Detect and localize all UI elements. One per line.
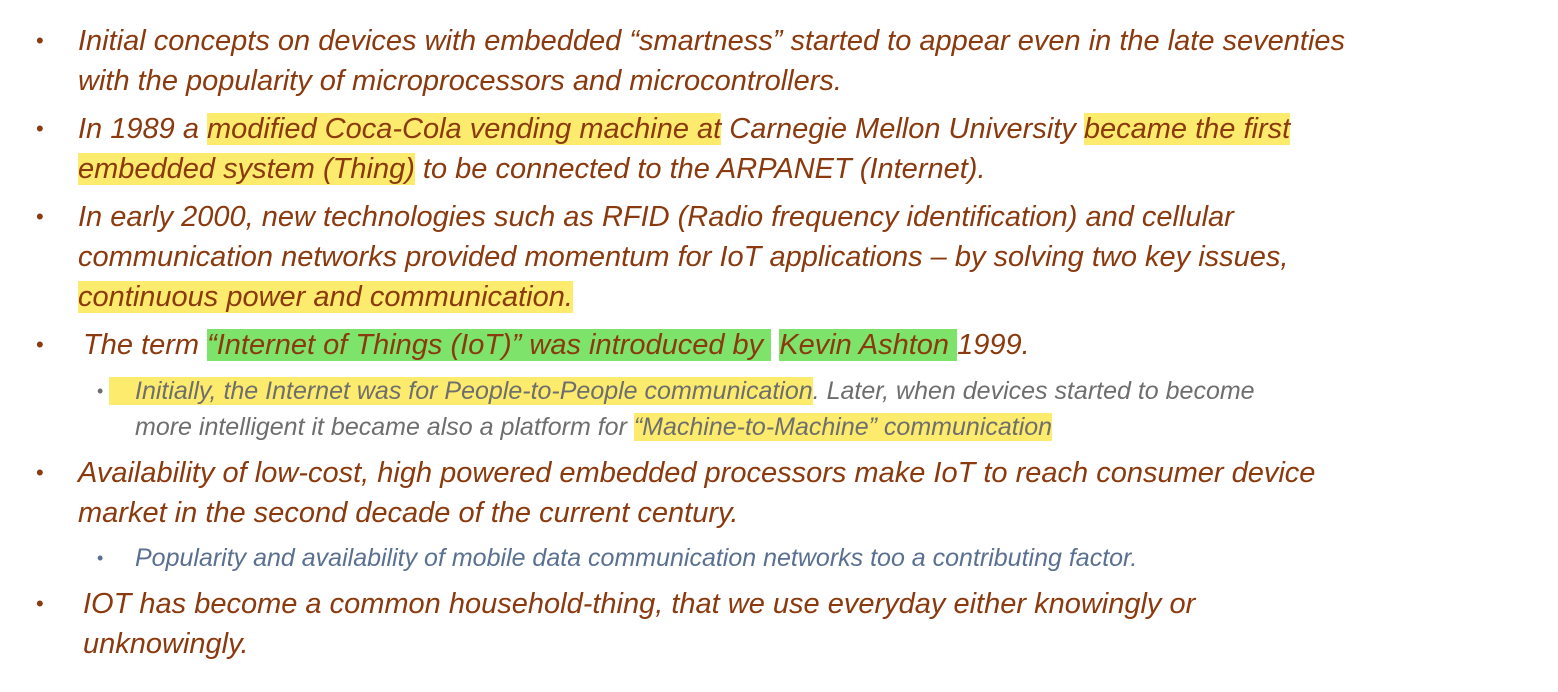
- bullet-3-line-1: In early 2000, new technologies such as …: [78, 201, 1234, 233]
- bullet-6-line-2: unknowingly.: [83, 628, 249, 660]
- bullet-2-highlight-1: modified Coca-Cola vending machine at: [207, 113, 722, 145]
- bullet-2-highlight-2: became the first: [1083, 113, 1291, 145]
- sub-bullet-4-text-2: more intelligent it became also a platfo…: [135, 413, 634, 441]
- sub-bullet-4-highlight-1: Initially, the Internet was for People-t…: [109, 377, 813, 405]
- bullet-3-highlight: continuous power and communication.: [78, 281, 573, 313]
- bullet-1-line-2: with the popularity of microprocessors a…: [78, 65, 842, 97]
- bullet-4-highlight-name: Kevin Ashton: [779, 329, 958, 361]
- bullet-item-5: • Availability of low-cost, high powered…: [36, 453, 1548, 533]
- bullet-marker: •: [36, 204, 44, 229]
- bullet-6-line-1: IOT has become a common household-thing,…: [83, 588, 1196, 620]
- bullet-marker: •: [36, 460, 44, 485]
- bullet-4-highlight-term: “Internet of Things (IoT)” was introduce…: [207, 329, 772, 361]
- bullet-4-text-2: 1999.: [957, 329, 1030, 361]
- sub-bullet-marker: •: [97, 381, 104, 401]
- bullet-2-highlight-3: embedded system (Thing): [78, 153, 415, 185]
- slide: • Initial concepts on devices with embed…: [0, 0, 1558, 692]
- bullet-2-text-3: to be connected to the ARPANET (Internet…: [414, 153, 986, 185]
- bullet-5-line-2: market in the second decade of the curre…: [78, 497, 739, 529]
- bullet-marker: •: [36, 116, 44, 141]
- bullet-item-1: • Initial concepts on devices with embed…: [36, 21, 1548, 101]
- sub-bullet-4-highlight-2: “Machine-to-Machine” communication: [633, 413, 1053, 441]
- bullet-1-line-1: Initial concepts on devices with embedde…: [78, 25, 1346, 57]
- bullet-3-line-2: communication networks provided momentum…: [78, 241, 1289, 273]
- bullet-marker: •: [36, 28, 44, 53]
- bullet-item-4: • The term “Internet of Things (IoT)” wa…: [36, 325, 1553, 365]
- sub-bullet-item-4: • Initially, the Internet was for People…: [97, 373, 1545, 445]
- sub-bullet-5-text: Popularity and availability of mobile da…: [135, 544, 1138, 572]
- bullet-item-3: • In early 2000, new technologies such a…: [36, 197, 1548, 317]
- sub-bullet-item-5: • Popularity and availability of mobile …: [97, 540, 1545, 576]
- bullet-2-text-1: In 1989 a: [78, 113, 207, 145]
- bullet-item-2: • In 1989 a modified Coca-Cola vending m…: [36, 109, 1548, 189]
- bullet-marker: •: [36, 591, 44, 616]
- sub-bullet-marker: •: [97, 548, 104, 568]
- bullet-5-line-1: Availability of low-cost, high powered e…: [78, 457, 1316, 489]
- sub-bullet-4-text-1: . Later, when devices started to become: [812, 377, 1255, 405]
- bullet-marker: •: [36, 332, 44, 357]
- bullet-4-text-1: The term: [83, 329, 208, 361]
- bullet-item-6: • IOT has become a common household-thin…: [36, 584, 1553, 664]
- bullet-2-text-2: Carnegie Mellon University: [721, 113, 1084, 145]
